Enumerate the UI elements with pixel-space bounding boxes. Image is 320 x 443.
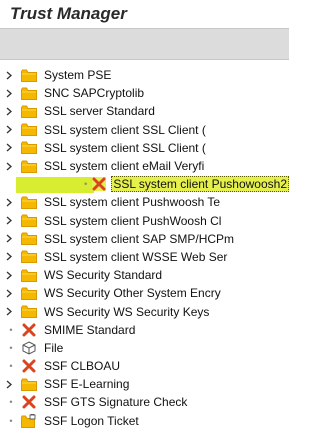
tree-row[interactable]: WS Security WS Security Keys: [0, 302, 289, 320]
chevron-right-icon[interactable]: [6, 162, 16, 171]
pse-tree: System PSE SNC SAPCryptolib SSL server S…: [0, 66, 289, 430]
chevron-right-icon[interactable]: [6, 89, 16, 98]
tree-row[interactable]: SSL system client PushWoosh Cl: [0, 212, 289, 230]
tree-item-label: SSF E-Learning: [44, 377, 130, 392]
tree-item-label: SSL system client PushWoosh Cl: [44, 213, 222, 228]
leaf-dot-icon: •: [9, 397, 13, 408]
leaf-dot-icon: •: [84, 179, 88, 190]
tree-row[interactable]: SSL system client SSL Client (: [0, 139, 289, 157]
trust-manager-window: Trust Manager System PSE SNC SAPCryptoli…: [0, 0, 289, 443]
folder-icon: [21, 159, 37, 173]
leaf-dot-icon: •: [9, 342, 13, 353]
page-title: Trust Manager: [10, 4, 127, 23]
chevron-right-icon[interactable]: [6, 107, 16, 116]
tree-item-label: SSL system client SSL Client (: [44, 140, 206, 155]
tree-item-label: SSL system client WSSE Web Ser: [44, 249, 228, 264]
tree-item-label: SSL system client Pushwoosh Te: [44, 195, 221, 210]
tree-row[interactable]: • SMIME Standard: [0, 321, 289, 339]
tree-item-label: SSF Logon Ticket: [44, 413, 139, 428]
tree-row[interactable]: • SSF GTS Signature Check: [0, 393, 289, 411]
chevron-right-icon[interactable]: [6, 289, 16, 298]
tree-item-label: SSL system client SAP SMP/HCPm: [44, 231, 235, 246]
tree-row[interactable]: • SSF CLBOAU: [0, 357, 289, 375]
folder-icon: [21, 250, 37, 264]
tree-row[interactable]: SNC SAPCryptolib: [0, 84, 289, 102]
folder-icon: [21, 232, 37, 246]
leaf-dot-icon: •: [9, 324, 13, 335]
tree-item-label: System PSE: [44, 68, 112, 83]
red-x-icon: [92, 177, 107, 192]
chevron-right-icon[interactable]: [6, 234, 16, 243]
tree-item-label: SNC SAPCryptolib: [44, 86, 145, 101]
red-x-icon: [21, 359, 37, 373]
red-x-icon: [21, 323, 37, 337]
leaf-dot-icon: •: [9, 415, 13, 426]
toolbar: [0, 28, 289, 60]
chevron-right-icon[interactable]: [6, 216, 16, 225]
folder-icon: [21, 141, 37, 155]
tree-item-label: WS Security Other System Encry: [44, 286, 221, 301]
title-bar: Trust Manager: [0, 0, 289, 28]
tree-item-label: SSL system client SSL Client (: [44, 122, 206, 137]
tree-row[interactable]: SSL system client SAP SMP/HCPm: [0, 230, 289, 248]
tree-row[interactable]: • SSL system client Pushowoosh2: [0, 175, 289, 194]
folder-icon: [21, 268, 37, 282]
tree-item-label: WS Security Standard: [44, 268, 163, 283]
folder-icon: [21, 86, 37, 100]
leaf-dot-icon: •: [9, 361, 13, 372]
tree-item-label: SSL system client Pushowoosh2: [111, 176, 289, 193]
tree-item-label: WS Security WS Security Keys: [44, 304, 210, 319]
chevron-right-icon[interactable]: [6, 252, 16, 261]
chevron-right-icon[interactable]: [6, 143, 16, 152]
folder-icon: [21, 123, 37, 137]
tree-row[interactable]: SSL system client SSL Client (: [0, 121, 289, 139]
folder-icon: [21, 377, 37, 391]
tree-row[interactable]: SSF E-Learning: [0, 375, 289, 393]
tree-row[interactable]: • File: [0, 339, 289, 357]
red-x-icon: [21, 395, 37, 409]
tree-row[interactable]: SSL system client Pushwoosh Te: [0, 193, 289, 211]
tree-item-label: SSL server Standard: [44, 104, 155, 119]
folder-icon: [21, 68, 37, 82]
tree-row[interactable]: SSL system client eMail Veryfi: [0, 157, 289, 175]
chevron-right-icon[interactable]: [6, 71, 16, 80]
tree-item-label: SMIME Standard: [44, 322, 136, 337]
folder-icon: [21, 286, 37, 300]
chevron-right-icon[interactable]: [6, 307, 16, 316]
tree-item-label: SSF CLBOAU: [44, 359, 121, 374]
tree-item-label: SSL system client eMail Veryfi: [44, 159, 205, 174]
selection-highlight: [16, 177, 94, 194]
tree-row[interactable]: WS Security Standard: [0, 266, 289, 284]
folder-icon: [21, 195, 37, 209]
folder-lock-icon: [21, 413, 37, 428]
cube-icon: [21, 341, 37, 355]
tree-row[interactable]: System PSE: [0, 66, 289, 84]
tree-item-label: SSF GTS Signature Check: [44, 395, 188, 410]
folder-icon: [21, 104, 37, 118]
tree-row[interactable]: SSL system client WSSE Web Ser: [0, 248, 289, 266]
chevron-right-icon[interactable]: [6, 198, 16, 207]
tree-row[interactable]: SSL server Standard: [0, 102, 289, 120]
chevron-right-icon[interactable]: [6, 125, 16, 134]
tree-item-label: File: [44, 340, 64, 355]
tree-row[interactable]: • SSF Logon Ticket: [0, 412, 289, 430]
folder-icon: [21, 305, 37, 319]
chevron-right-icon[interactable]: [6, 380, 16, 389]
tree-row[interactable]: WS Security Other System Encry: [0, 284, 289, 302]
folder-icon: [21, 214, 37, 228]
chevron-right-icon[interactable]: [6, 271, 16, 280]
